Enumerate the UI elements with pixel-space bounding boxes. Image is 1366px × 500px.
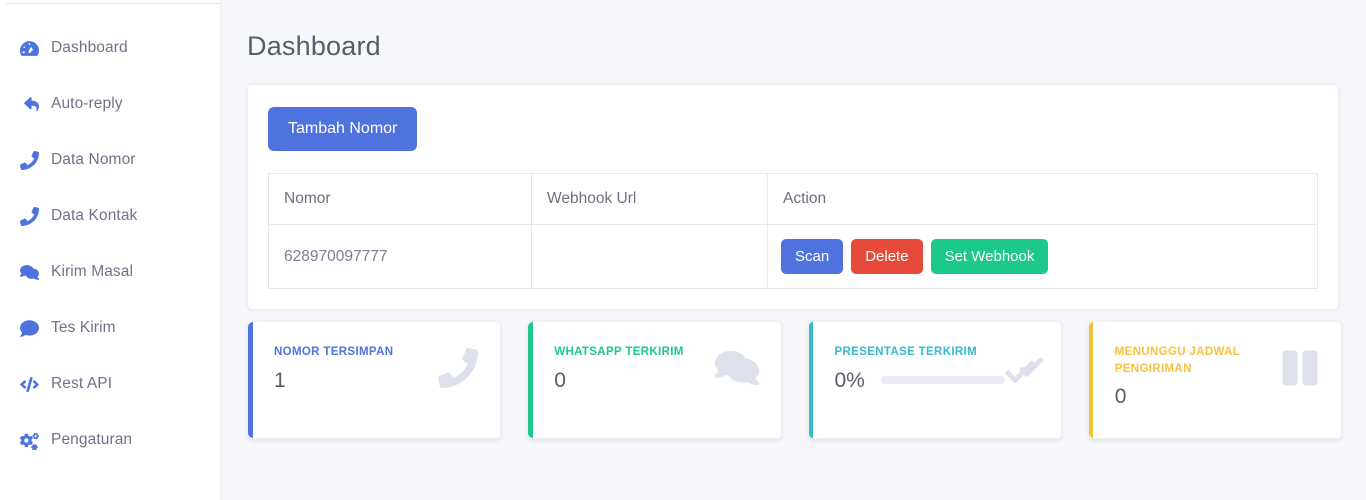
app-root: Dashboard Auto-reply Data Nomor Data Kon… bbox=[0, 0, 1366, 500]
sidebar-item-label: Rest API bbox=[51, 375, 113, 393]
table-body: 628970097777 Scan Delete Set Webhook bbox=[268, 224, 1318, 289]
sidebar-item-data-kontak[interactable]: Data Kontak bbox=[0, 188, 220, 244]
sidebar-item-kirim-masal[interactable]: Kirim Masal bbox=[0, 244, 220, 300]
column-header-webhook: Webhook Url bbox=[531, 173, 768, 225]
stat-card-nomor-tersimpan: NOMOR TERSIMPAN 1 bbox=[247, 321, 502, 439]
stat-card-value: 0% bbox=[834, 368, 865, 392]
double-check-icon bbox=[1004, 348, 1049, 388]
stat-card-value-row: 1 bbox=[274, 369, 393, 392]
sidebar-top-divider bbox=[6, 3, 220, 4]
stat-card-whatsapp-terkirim: WHATSAPP TERKIRIM 0 bbox=[527, 321, 782, 439]
stat-card-value-row: 0 bbox=[554, 369, 683, 392]
delete-button[interactable]: Delete bbox=[851, 239, 923, 274]
stat-card-presentase-terkirim: PRESENTASE TERKIRIM 0% bbox=[807, 321, 1062, 439]
cell-nomor: 628970097777 bbox=[268, 224, 532, 289]
pause-icon bbox=[1281, 348, 1319, 388]
stat-card-label: PRESENTASE TERKIRIM bbox=[834, 346, 978, 358]
comments-icon bbox=[20, 263, 39, 282]
numbers-table: Nomor Webhook Url Action 628970097777 Sc… bbox=[268, 173, 1318, 289]
phone-icon bbox=[20, 206, 39, 226]
stat-card-menunggu-jadwal: MENUNGGU JADWAL PENGIRIMAN 0 bbox=[1087, 321, 1342, 439]
progress-bar-track bbox=[880, 376, 1005, 385]
sidebar-item-tes-kirim[interactable]: Tes Kirim bbox=[0, 300, 220, 356]
scan-button[interactable]: Scan bbox=[781, 239, 844, 274]
sidebar-item-data-nomor[interactable]: Data Nomor bbox=[0, 132, 220, 188]
table-header-row: Nomor Webhook Url Action bbox=[268, 173, 1318, 225]
stat-card-body: NOMOR TERSIMPAN 1 bbox=[274, 344, 393, 392]
comments-icon bbox=[714, 348, 759, 388]
sidebar-item-label: Data Kontak bbox=[51, 207, 138, 225]
stat-card-value: 0 bbox=[554, 368, 566, 392]
sidebar-item-label: Kirim Masal bbox=[51, 263, 134, 281]
tachometer-icon bbox=[20, 39, 39, 58]
row-action-group: Scan Delete Set Webhook bbox=[768, 239, 1317, 274]
stat-card-value: 0 bbox=[1114, 385, 1127, 409]
sidebar-item-label: Data Nomor bbox=[51, 151, 136, 169]
sidebar-nav-list: Dashboard Auto-reply Data Nomor Data Kon… bbox=[0, 6, 220, 468]
reply-all-icon bbox=[20, 95, 39, 114]
sidebar-item-label: Dashboard bbox=[51, 39, 128, 57]
cogs-icon bbox=[20, 431, 39, 450]
stat-card-label: NOMOR TERSIMPAN bbox=[274, 346, 394, 358]
column-header-action: Action bbox=[767, 173, 1318, 225]
main-content: Dashboard Tambah Nomor Nomor Webhook Url… bbox=[221, 0, 1366, 500]
stat-cards-row: NOMOR TERSIMPAN 1 WHATSAPP TERKIRIM 0 PR… bbox=[247, 321, 1342, 449]
sidebar-item-label: Pengaturan bbox=[51, 431, 133, 449]
stat-card-value-row: 0% bbox=[835, 369, 1005, 392]
cell-webhook bbox=[531, 224, 768, 289]
sidebar-item-label: Auto-reply bbox=[51, 95, 123, 113]
page-title: Dashboard bbox=[247, 31, 381, 61]
sidebar-item-pengaturan[interactable]: Pengaturan bbox=[0, 412, 220, 468]
sidebar-item-dashboard[interactable]: Dashboard bbox=[0, 20, 220, 76]
sidebar-item-auto-reply[interactable]: Auto-reply bbox=[0, 76, 220, 132]
phone-icon bbox=[438, 348, 479, 388]
sidebar-item-label: Tes Kirim bbox=[51, 319, 116, 337]
sidebar-item-rest-api[interactable]: Rest API bbox=[0, 356, 220, 412]
stat-card-value-row: 0 bbox=[1115, 385, 1275, 408]
sidebar: Dashboard Auto-reply Data Nomor Data Kon… bbox=[0, 0, 221, 500]
table-row: 628970097777 Scan Delete Set Webhook bbox=[268, 224, 1318, 289]
code-icon bbox=[20, 375, 39, 394]
comment-icon bbox=[20, 319, 39, 338]
cell-actions: Scan Delete Set Webhook bbox=[767, 224, 1318, 289]
stat-card-body: WHATSAPP TERKIRIM 0 bbox=[554, 344, 683, 392]
stat-card-label: MENUNGGU JADWAL PENGIRIMAN bbox=[1114, 346, 1240, 375]
phone-icon bbox=[20, 150, 39, 170]
numbers-panel: Tambah Nomor Nomor Webhook Url Action 62… bbox=[247, 84, 1339, 310]
column-header-nomor: Nomor bbox=[268, 173, 532, 225]
set-webhook-button[interactable]: Set Webhook bbox=[930, 239, 1049, 274]
add-number-button[interactable]: Tambah Nomor bbox=[268, 107, 418, 151]
stat-card-body: MENUNGGU JADWAL PENGIRIMAN 0 bbox=[1115, 344, 1275, 408]
stat-card-label: WHATSAPP TERKIRIM bbox=[554, 346, 684, 358]
table-header: Nomor Webhook Url Action bbox=[268, 173, 1318, 225]
stat-card-value: 1 bbox=[274, 368, 286, 392]
stat-card-body: PRESENTASE TERKIRIM 0% bbox=[835, 344, 1005, 392]
